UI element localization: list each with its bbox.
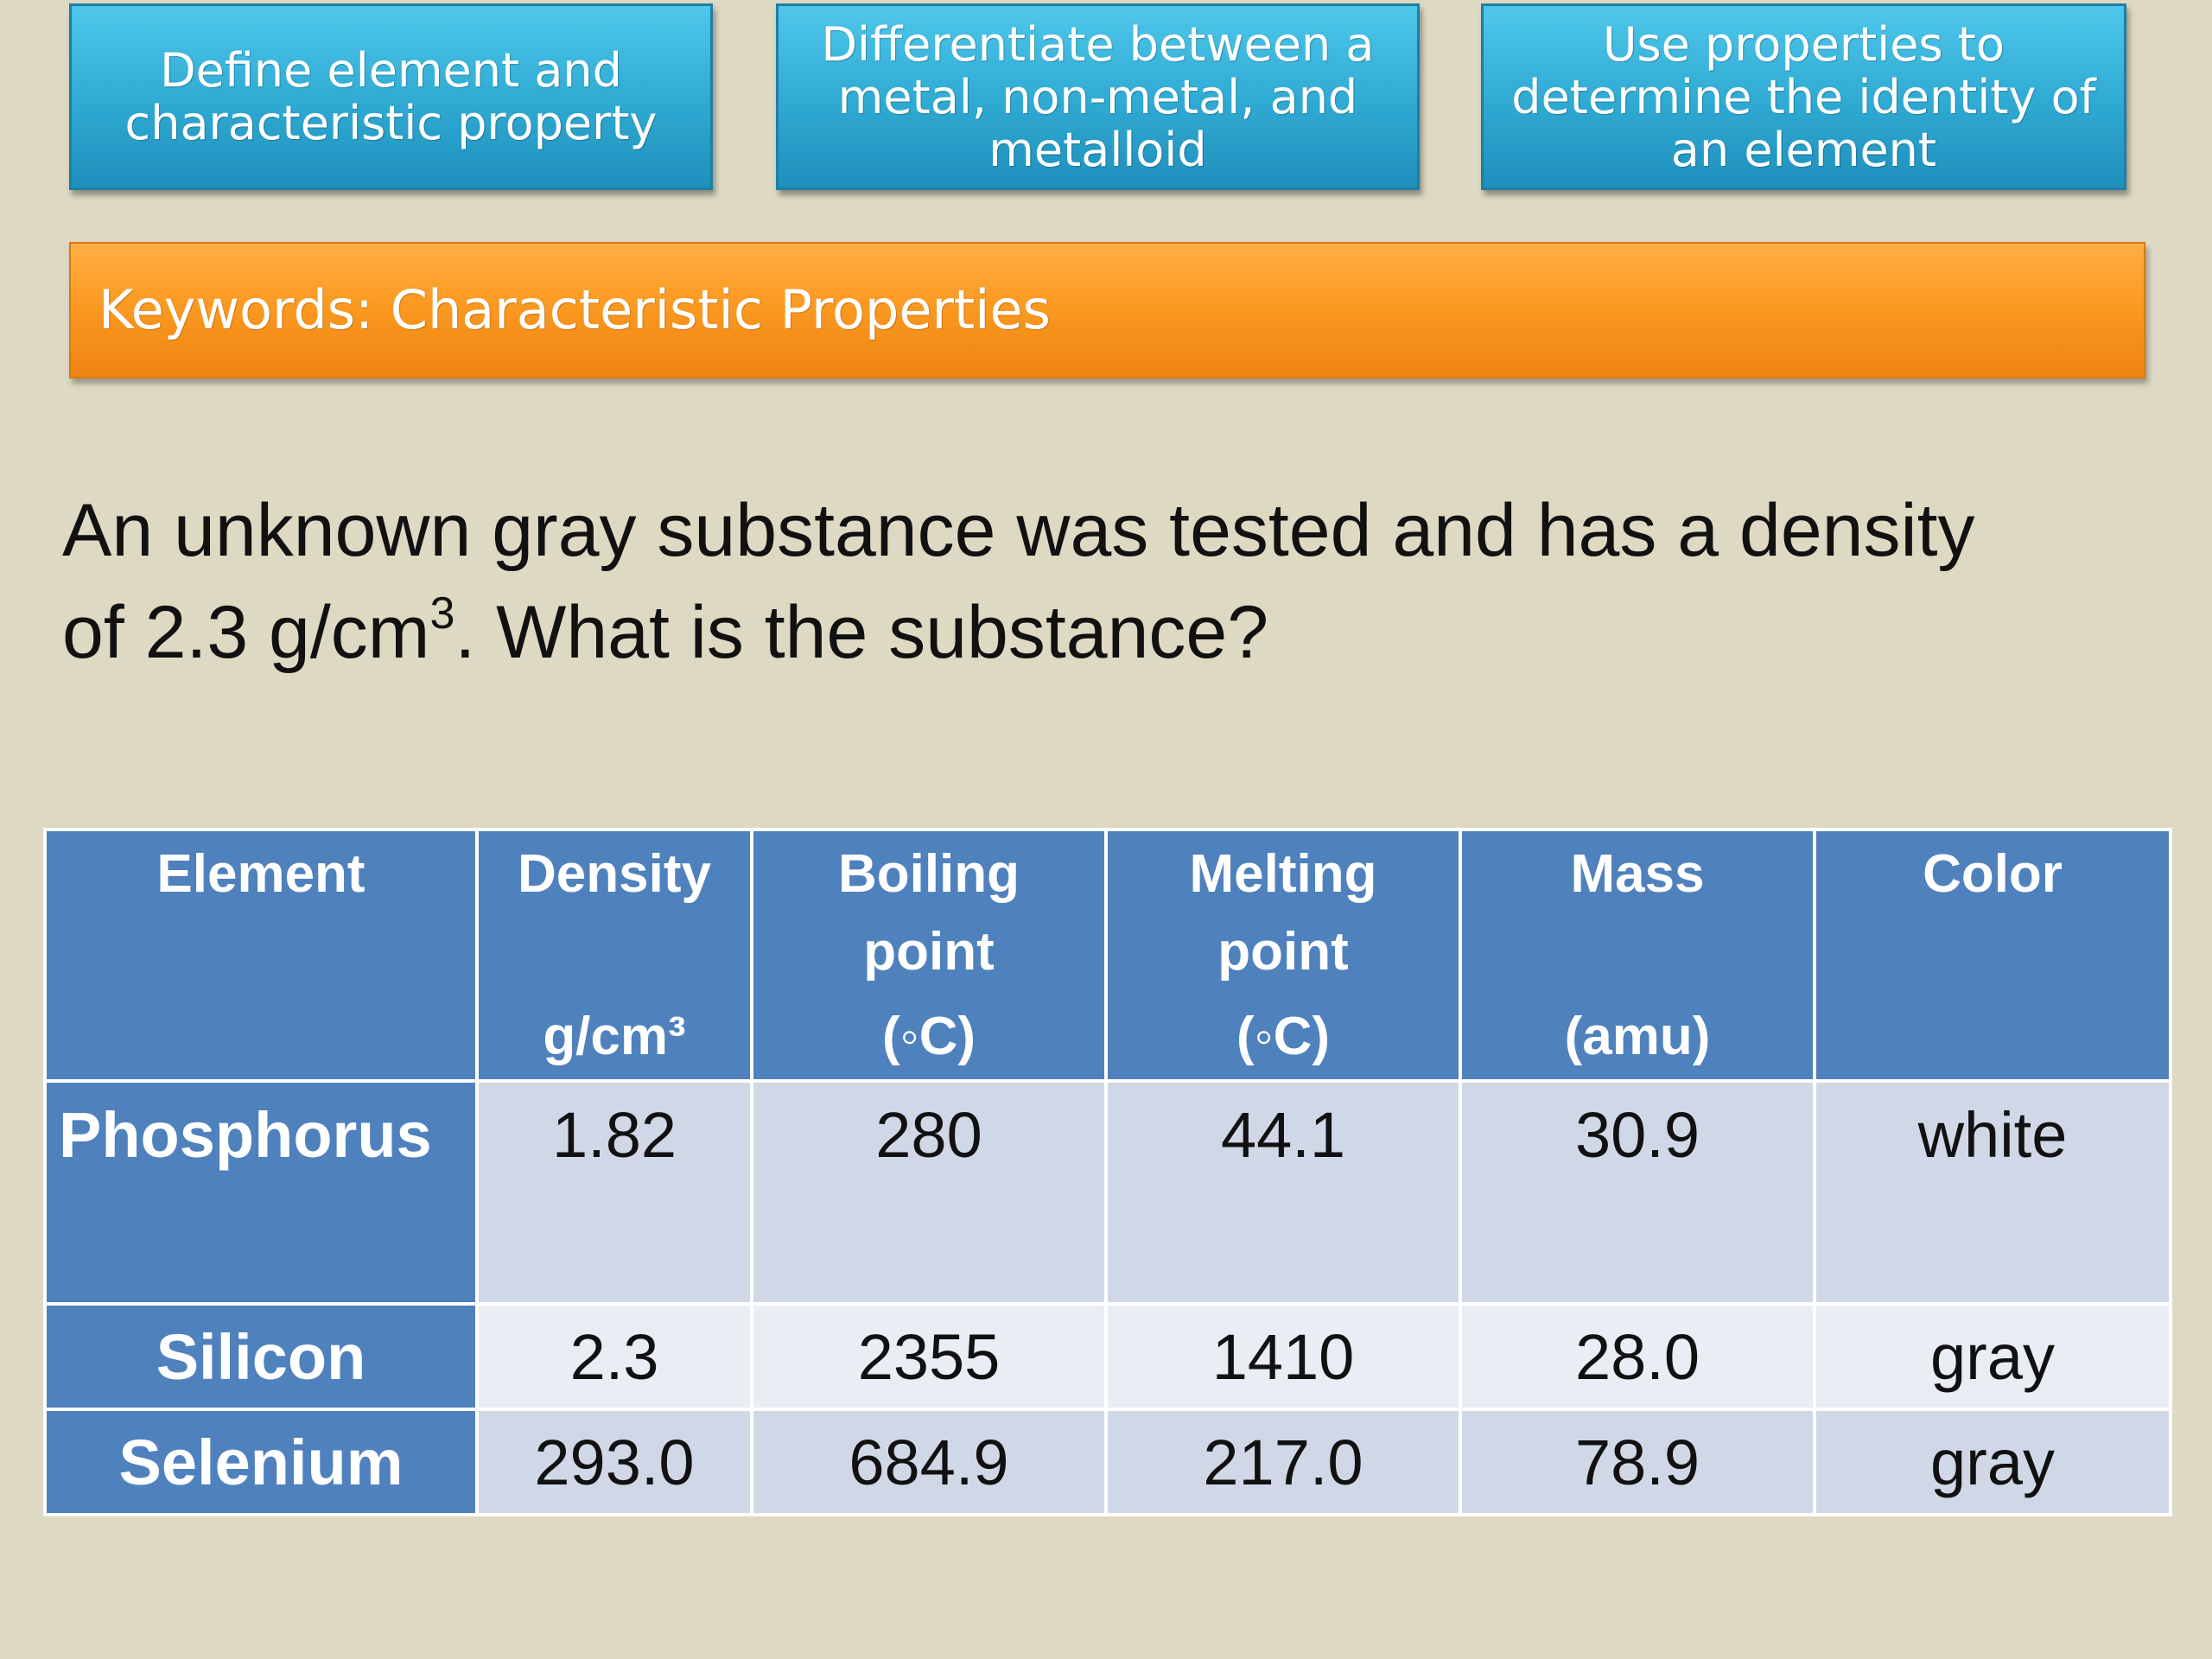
header-unit: (◦C): [881, 1007, 976, 1066]
question-line-1: An unknown gray substance was tested and…: [62, 489, 1975, 572]
objective-box-define-element: Define element and characteristic proper…: [69, 3, 713, 190]
cell-boiling-point: 2355: [750, 1302, 1108, 1411]
cell-melting-point: 1410: [1104, 1302, 1462, 1411]
header-label-2: point: [863, 922, 995, 982]
cell-density: 2.3: [475, 1302, 753, 1411]
header-unit: g/cm³: [543, 1007, 686, 1066]
header-element: Element: [43, 828, 479, 1083]
cell-density: 293.0: [475, 1408, 753, 1516]
cell-mass: 30.9: [1459, 1079, 1816, 1306]
question-line-2-end: . What is the substance?: [454, 591, 1269, 674]
header-unit: (◦C): [1236, 1007, 1331, 1066]
objective-text: Differentiate between a metal, non-metal…: [821, 18, 1374, 176]
table-row: Silicon 2.3 2355 1410 28.0 gray: [43, 1302, 2172, 1411]
cell-boiling-point: 684.9: [750, 1408, 1108, 1516]
cell-boiling-point: 280: [750, 1079, 1108, 1306]
keywords-label: Keywords: Characteristic Properties: [99, 278, 1051, 341]
header-melting-point: Melting point (◦C): [1104, 828, 1462, 1083]
cell-mass: 78.9: [1459, 1408, 1816, 1516]
table-row: Phosphorus 1.82 280 44.1 30.9 white: [43, 1079, 2172, 1306]
objective-text: Use properties to determine the identity…: [1511, 18, 2095, 176]
objective-line: an element: [1670, 122, 1937, 177]
header-density: Density g/cm³: [475, 828, 753, 1083]
cell-density: 1.82: [475, 1079, 753, 1306]
objective-line: Use properties to: [1603, 16, 2005, 72]
objective-line: Differentiate between a: [821, 16, 1375, 72]
cell-melting-point: 44.1: [1104, 1079, 1462, 1306]
header-mass: Mass (amu): [1459, 828, 1816, 1083]
question-line-2-start: of 2.3 g/cm: [62, 591, 430, 674]
header-label: Color: [1923, 844, 2063, 904]
table-row: Selenium 293.0 684.9 217.0 78.9 gray: [43, 1408, 2172, 1516]
cell-color: gray: [1813, 1302, 2172, 1411]
cell-mass: 28.0: [1459, 1302, 1816, 1411]
question-line-2: of 2.3 g/cm3. What is the substance?: [62, 582, 2171, 683]
header-label: Boiling: [837, 844, 1020, 904]
objective-line: metalloid: [988, 122, 1207, 177]
cell-element: Silicon: [43, 1302, 479, 1411]
header-boiling-point: Boiling point (◦C): [750, 828, 1108, 1083]
objective-line: characteristic property: [124, 96, 658, 150]
objective-box-use-properties: Use properties to determine the identity…: [1481, 3, 2126, 190]
superscript-exponent: 3: [429, 588, 455, 639]
question-text: An unknown gray substance was tested and…: [62, 480, 2171, 683]
objective-text: Define element and characteristic proper…: [125, 44, 658, 149]
cell-element: Selenium: [43, 1408, 479, 1516]
objective-line: Define element and: [160, 43, 622, 98]
header-label-2: point: [1217, 922, 1349, 982]
header-label: Melting: [1189, 844, 1377, 904]
table-header-row: Element Density g/cm³ Boiling point (◦C) Me…: [43, 828, 2172, 1083]
cell-melting-point: 217.0: [1104, 1408, 1462, 1516]
cell-color: white: [1813, 1079, 2172, 1306]
header-label: Density: [518, 844, 711, 904]
cell-color: gray: [1813, 1408, 2172, 1516]
header-label: Element: [156, 844, 365, 904]
objective-line: metal, non-metal, and: [837, 69, 1358, 124]
header-color: Color: [1813, 828, 2172, 1083]
header-label: Mass: [1570, 844, 1705, 904]
keywords-bar: Keywords: Characteristic Properties: [69, 242, 2145, 378]
objective-box-differentiate: Differentiate between a metal, non-metal…: [776, 3, 1420, 190]
objective-line: determine the identity of: [1511, 69, 2096, 124]
header-unit: (amu): [1564, 1007, 1711, 1066]
cell-element: Phosphorus: [43, 1079, 479, 1306]
element-properties-table: Element Density g/cm³ Boiling point (◦C) Me…: [43, 828, 2172, 1516]
